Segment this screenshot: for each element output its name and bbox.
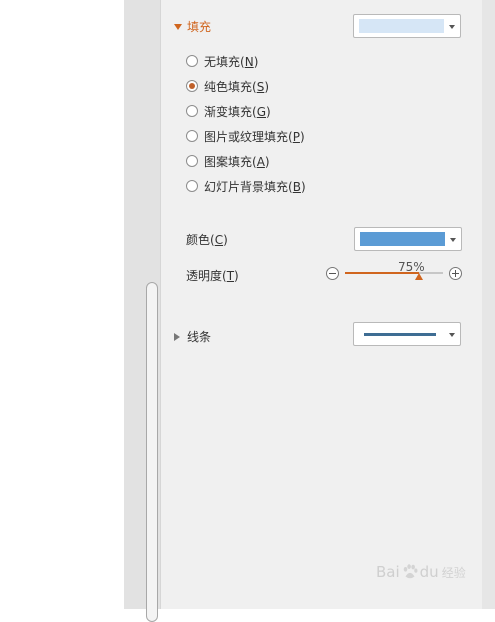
fill-color-dropdown[interactable] [353,14,461,38]
radio-button[interactable] [186,130,198,142]
fill-option-radio[interactable]: 无填充(N) [186,52,258,70]
fill-option-label: 无填充(N) [204,54,259,69]
scrollbar-thumb[interactable] [146,282,158,622]
increase-transparency-button[interactable] [449,267,462,280]
expand-triangle-icon [174,23,182,30]
radio-button[interactable] [186,155,198,167]
chevron-down-icon [449,333,455,337]
transparency-label: 透明度(T) [186,269,239,283]
fill-option-radio[interactable]: 图案填充(A) [186,152,270,170]
radio-button[interactable] [186,180,198,192]
line-style-dropdown[interactable] [353,322,461,346]
baidu-jingyan-watermark: Bai du 经验 [376,563,466,581]
radio-button[interactable] [186,80,198,92]
transparency-slider-fill [345,272,419,274]
chevron-down-icon [449,25,455,29]
panel-right-edge [482,0,495,609]
fill-option-radio[interactable]: 图片或纹理填充(P) [186,127,305,145]
collapse-triangle-icon [174,332,180,341]
line-section-header[interactable]: 线条 [174,328,211,345]
fill-option-radio[interactable]: 渐变填充(G) [186,102,271,120]
color-dropdown[interactable] [354,227,462,251]
color-swatch [360,232,445,246]
fill-option-radio[interactable]: 幻灯片背景填充(B) [186,177,306,195]
watermark-brand-text: Bai [376,563,400,581]
line-section-title: 线条 [187,330,212,344]
fill-section-header[interactable]: 填充 [174,18,211,35]
paw-logo-icon [403,564,418,579]
fill-option-label: 幻灯片背景填充(B) [204,179,306,194]
fill-option-label: 图案填充(A) [204,154,270,169]
transparency-slider-thumb[interactable] [414,273,423,280]
fill-section-title: 填充 [187,20,212,34]
radio-button[interactable] [186,55,198,67]
line-style-sample [364,333,436,336]
fill-option-label: 图片或纹理填充(P) [204,129,305,144]
fill-option-label: 纯色填充(S) [204,79,270,94]
color-label: 颜色(C) [186,233,228,247]
fill-option-radio[interactable]: 纯色填充(S) [186,77,269,95]
watermark-subtitle: 经验 [441,565,466,580]
chevron-down-icon [450,238,456,242]
watermark-brand-text-2: du [419,563,439,581]
transparency-slider[interactable] [345,272,443,280]
decrease-transparency-button[interactable] [326,267,339,280]
slide-canvas-area [0,0,124,609]
vertical-scrollbar[interactable] [124,0,160,622]
radio-button[interactable] [186,105,198,117]
fill-option-label: 渐变填充(G) [204,104,271,119]
fill-color-swatch [359,19,444,33]
